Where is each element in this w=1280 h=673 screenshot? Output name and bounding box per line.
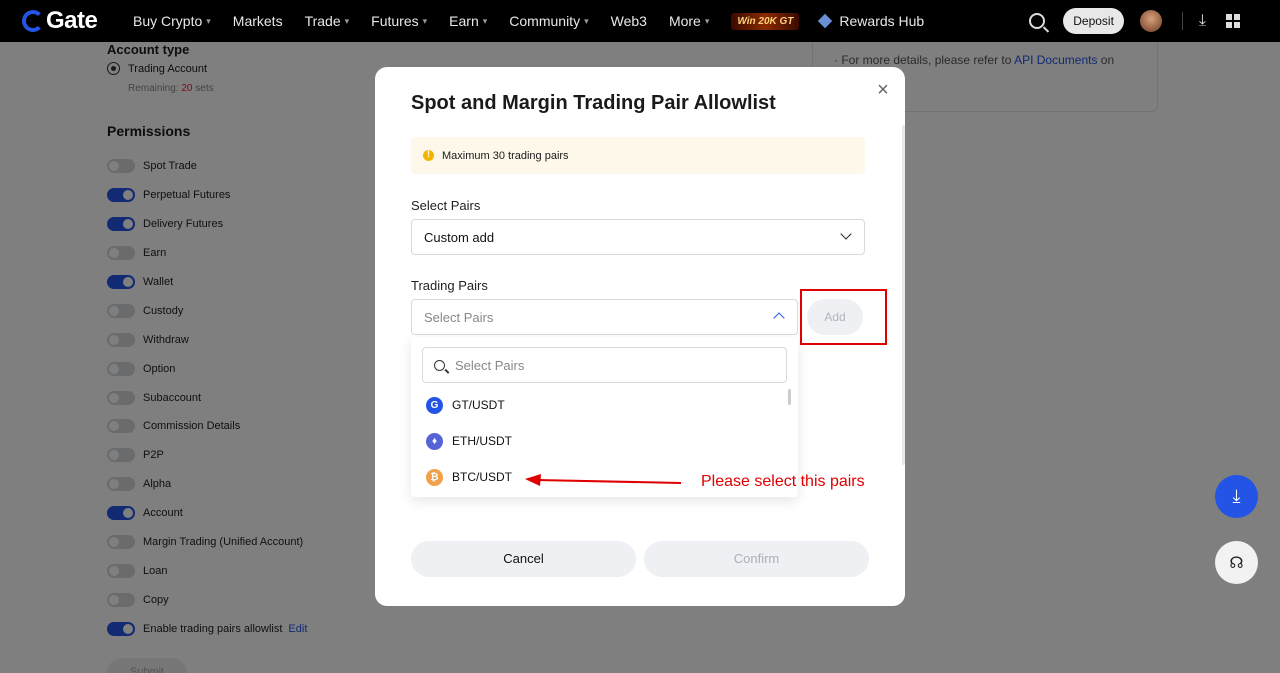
select-pairs-value: Custom add — [424, 230, 495, 245]
pair-search-placeholder: Select Pairs — [455, 358, 525, 373]
annotation-text: Please select this pairs — [701, 473, 865, 490]
nav-item-more[interactable]: More ▾ — [669, 13, 709, 29]
nav-item-label: Buy Crypto — [133, 13, 203, 29]
gate-logo[interactable]: Gate — [22, 7, 120, 35]
nav-item-label: Futures — [371, 13, 419, 29]
close-icon[interactable]: × — [873, 80, 893, 100]
chevron-down-icon: ▾ — [422, 15, 428, 26]
pair-option-label: ETH/USDT — [452, 434, 512, 448]
gate-logo-icon — [22, 10, 44, 32]
logo-text: Gate — [46, 7, 98, 34]
search-icon[interactable] — [1029, 13, 1046, 29]
pair-option-label: GT/USDT — [452, 398, 505, 412]
trading-pairs-select[interactable]: Select Pairs — [411, 299, 798, 335]
search-icon — [434, 360, 445, 371]
nav-item-label: Web3 — [610, 13, 647, 29]
divider — [1181, 12, 1183, 30]
rewards-hub-label: Rewards Hub — [839, 13, 925, 29]
rewards-hub-link[interactable]: Rewards Hub — [818, 13, 925, 29]
cube-icon — [818, 13, 833, 29]
nav-item-earn[interactable]: Earn ▾ — [449, 13, 487, 29]
pair-option-eth[interactable]: ♦ ETH/USDT — [426, 431, 512, 451]
deposit-button[interactable]: Deposit — [1063, 8, 1124, 34]
highlight-box — [800, 289, 887, 345]
nav-item-label: Earn — [449, 13, 479, 29]
dropdown-scrollbar[interactable] — [788, 389, 791, 405]
notice-text: Maximum 30 trading pairs — [442, 149, 569, 162]
confirm-button[interactable]: Confirm — [644, 541, 869, 577]
chevron-down-icon: ▾ — [584, 15, 589, 26]
nav-menu: Buy Crypto ▾ Markets Trade ▾ Futures ▾ Earn ▾ Com… — [133, 13, 731, 29]
warning-icon — [423, 149, 434, 161]
pair-search-input[interactable]: Select Pairs — [422, 347, 787, 383]
chevron-down-icon: ▾ — [206, 15, 211, 26]
modal-title: Spot and Margin Trading Pair Allowlist — [411, 92, 776, 114]
nav-item-label: Markets — [232, 13, 283, 29]
annotation-arrow — [525, 474, 682, 486]
allowlist-modal: Spot and Margin Trading Pair Allowlist ×… — [375, 67, 905, 606]
select-pairs-label: Select Pairs — [411, 198, 481, 213]
chevron-down-icon — [840, 228, 852, 240]
pair-option-gt[interactable]: G GT/USDT — [426, 395, 505, 415]
nav-item-community[interactable]: Community ▾ — [509, 13, 588, 29]
eth-coin-icon: ♦ — [426, 432, 443, 450]
chevron-down-icon: ▾ — [704, 15, 710, 26]
nav-item-web3[interactable]: Web3 — [611, 13, 647, 29]
btc-coin-icon: ₿ — [426, 468, 443, 486]
promo-banner[interactable]: Win 20K GT — [731, 12, 800, 30]
floating-download-button[interactable]: ⤓ — [1215, 475, 1258, 518]
select-pairs-dropdown[interactable]: Custom add — [411, 219, 865, 255]
chevron-down-icon: ▾ — [344, 15, 350, 26]
nav-item-label: More — [668, 13, 701, 29]
nav-item-buy-crypto[interactable]: Buy Crypto ▾ — [133, 13, 211, 29]
nav-item-markets[interactable]: Markets — [233, 13, 283, 29]
download-icon[interactable]: ⤓ — [1199, 12, 1206, 30]
pair-option-btc[interactable]: ₿ BTC/USDT — [426, 467, 512, 487]
avatar[interactable] — [1139, 10, 1162, 32]
chevron-down-icon: ▾ — [482, 15, 488, 26]
nav-item-futures[interactable]: Futures ▾ — [371, 13, 427, 29]
nav-item-label: Trade — [304, 13, 341, 29]
nav-item-label: Community — [509, 13, 581, 29]
max-pairs-notice: Maximum 30 trading pairs — [411, 137, 865, 174]
top-nav: Gate Buy Crypto ▾ Markets Trade ▾ Futures ▾ Ear… — [0, 0, 1280, 42]
modal-scrollbar[interactable] — [902, 125, 905, 465]
pair-option-label: BTC/USDT — [452, 470, 512, 484]
trading-pairs-label: Trading Pairs — [411, 278, 488, 293]
chevron-up-icon — [773, 312, 785, 324]
nav-item-trade[interactable]: Trade ▾ — [305, 13, 350, 29]
cancel-button[interactable]: Cancel — [411, 541, 636, 577]
gt-coin-icon: G — [426, 396, 443, 414]
trading-pairs-placeholder: Select Pairs — [424, 310, 494, 325]
apps-grid-icon[interactable] — [1226, 14, 1240, 28]
support-headset-icon[interactable]: ☊ — [1215, 541, 1258, 584]
